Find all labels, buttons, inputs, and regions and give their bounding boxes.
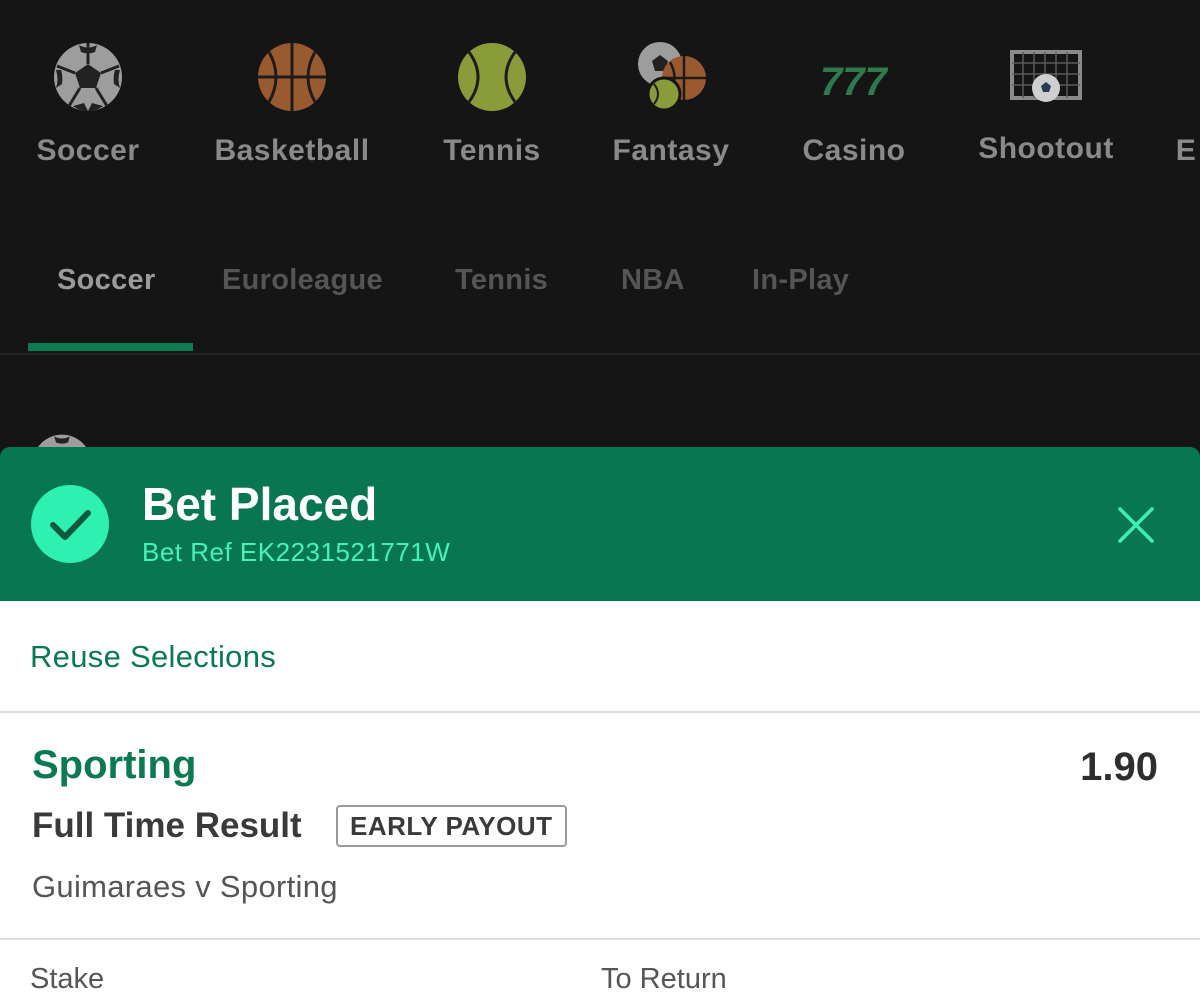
active-tab-indicator (28, 343, 193, 351)
sport-nav-item-soccer[interactable]: Soccer (0, 40, 188, 168)
tab-euroleague[interactable]: Euroleague (222, 264, 383, 297)
bet-placed-banner: Bet Placed Bet Ref EK2231521771W (0, 447, 1200, 601)
tennis-ball-icon (458, 43, 526, 111)
sub-tabs: Soccer Euroleague Tennis NBA In-Play (0, 230, 1200, 355)
sport-nav-label: E (1175, 134, 1197, 167)
reuse-selections-link[interactable]: Reuse Selections (30, 639, 276, 675)
selection-name: Sporting (32, 743, 197, 787)
close-button[interactable] (1112, 501, 1160, 549)
bet-slip-content: Reuse Selections Sporting 1.90 Full Time… (0, 601, 1200, 1001)
reuse-row: Reuse Selections (0, 601, 1200, 713)
selection-market: Full Time Result (32, 806, 302, 845)
sport-nav-item-fantasy[interactable]: Fantasy (571, 40, 771, 168)
sport-nav-label: Fantasy (612, 134, 730, 167)
sport-nav-label: Casino (802, 134, 906, 167)
tab-nba[interactable]: NBA (621, 264, 685, 297)
stake-label: Stake (30, 963, 105, 995)
bet-placed-title: Bet Placed (142, 478, 378, 530)
bet-reference: Bet Ref EK2231521771W (142, 537, 451, 567)
goal-net-icon (1010, 50, 1082, 102)
tab-soccer[interactable]: Soccer (57, 264, 156, 297)
svg-text:777: 777 (820, 60, 888, 104)
slot-777-icon: 777 (820, 60, 888, 104)
basketball-icon (258, 43, 326, 111)
sport-nav-item-cutoff[interactable]: E (1086, 40, 1200, 168)
sport-nav-item-tennis[interactable]: Tennis (392, 40, 592, 168)
close-icon (1118, 507, 1154, 543)
to-return-label: To Return (601, 963, 727, 995)
sport-nav-item-basketball[interactable]: Basketball (192, 40, 392, 168)
fantasy-balls-icon (638, 42, 706, 112)
early-payout-badge: EARLY PAYOUT (336, 805, 567, 847)
bet-selection: Sporting 1.90 Full Time Result EARLY PAY… (0, 713, 1200, 940)
sport-nav-label: Soccer (36, 134, 140, 167)
sportsbook-page: Soccer Basketball Tennis Fantasy 777 Cas… (0, 0, 1200, 1001)
sport-nav-label: Tennis (443, 134, 541, 167)
sport-nav: Soccer Basketball Tennis Fantasy 777 Cas… (0, 0, 1200, 200)
selection-odds: 1.90 (1080, 745, 1158, 789)
tab-in-play[interactable]: In-Play (752, 264, 849, 297)
soccer-ball-icon (54, 43, 122, 112)
tab-tennis[interactable]: Tennis (455, 264, 548, 297)
sport-nav-label: Basketball (214, 134, 370, 167)
selection-event: Guimaraes v Sporting (32, 869, 338, 904)
check-circle-icon (31, 485, 109, 563)
sport-nav-item-casino[interactable]: 777 Casino (754, 40, 954, 168)
